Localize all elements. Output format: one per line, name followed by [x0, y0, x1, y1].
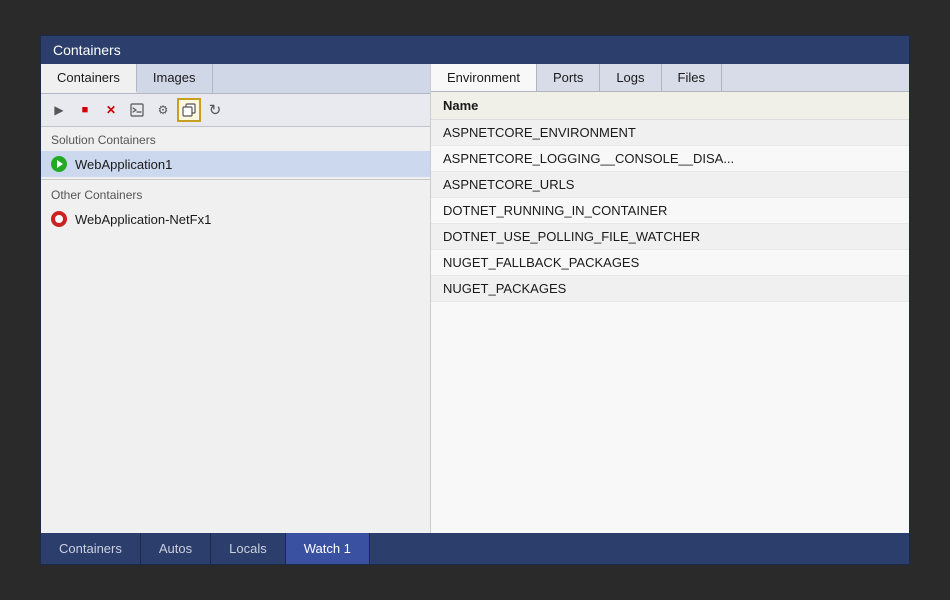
tab-environment[interactable]: Environment — [431, 64, 537, 91]
env-table: Name ASPNETCORE_ENVIRONMENT ASPNETCORE_L… — [431, 92, 909, 533]
terminal-button[interactable] — [125, 98, 149, 122]
tab-files[interactable]: Files — [662, 64, 722, 91]
window-title: Containers — [53, 42, 121, 58]
env-row[interactable]: DOTNET_USE_POLLING_FILE_WATCHER — [431, 224, 909, 250]
main-window: Containers Containers Images ▶ ■ ✕ — [40, 35, 910, 565]
env-row[interactable]: ASPNETCORE_URLS — [431, 172, 909, 198]
delete-button[interactable]: ✕ — [99, 98, 123, 122]
stopped-icon — [51, 211, 67, 227]
stop-button[interactable]: ■ — [73, 98, 97, 122]
right-tab-bar: Environment Ports Logs Files — [431, 64, 909, 92]
container-name-netfx: WebApplication-NetFx1 — [75, 212, 211, 227]
divider — [41, 179, 430, 180]
bottom-tab-bar: Containers Autos Locals Watch 1 — [41, 533, 909, 564]
container-item-webapp1[interactable]: WebApplication1 — [41, 151, 430, 177]
tab-images[interactable]: Images — [137, 64, 213, 93]
running-icon — [51, 156, 67, 172]
env-row[interactable]: ASPNETCORE_LOGGING__CONSOLE__DISA... — [431, 146, 909, 172]
bottom-tab-watch1[interactable]: Watch 1 — [286, 533, 370, 564]
env-table-header: Name — [431, 92, 909, 120]
other-containers-label: Other Containers — [41, 182, 430, 206]
copy-button[interactable] — [177, 98, 201, 122]
container-name-webapp1: WebApplication1 — [75, 157, 172, 172]
env-row[interactable]: DOTNET_RUNNING_IN_CONTAINER — [431, 198, 909, 224]
env-row[interactable]: NUGET_FALLBACK_PACKAGES — [431, 250, 909, 276]
settings-button[interactable]: ⚙ — [151, 98, 175, 122]
bottom-tab-autos[interactable]: Autos — [141, 533, 211, 564]
bottom-tab-containers[interactable]: Containers — [41, 533, 141, 564]
tab-containers[interactable]: Containers — [41, 64, 137, 93]
tab-ports[interactable]: Ports — [537, 64, 600, 91]
env-row[interactable]: ASPNETCORE_ENVIRONMENT — [431, 120, 909, 146]
right-panel: Environment Ports Logs Files Name ASPNET… — [431, 64, 909, 533]
left-panel: Containers Images ▶ ■ ✕ ⚙ — [41, 64, 431, 533]
left-tab-bar: Containers Images — [41, 64, 430, 94]
main-content: Containers Images ▶ ■ ✕ ⚙ — [41, 64, 909, 533]
env-row[interactable]: NUGET_PACKAGES — [431, 276, 909, 302]
tab-logs[interactable]: Logs — [600, 64, 661, 91]
left-toolbar: ▶ ■ ✕ ⚙ ↻ — [41, 94, 430, 127]
container-item-netfx[interactable]: WebApplication-NetFx1 — [41, 206, 430, 232]
refresh-button[interactable]: ↻ — [203, 98, 227, 122]
solution-containers-label: Solution Containers — [41, 127, 430, 151]
play-button[interactable]: ▶ — [47, 98, 71, 122]
bottom-tab-locals[interactable]: Locals — [211, 533, 286, 564]
title-bar: Containers — [41, 36, 909, 64]
left-spacer — [41, 232, 430, 533]
